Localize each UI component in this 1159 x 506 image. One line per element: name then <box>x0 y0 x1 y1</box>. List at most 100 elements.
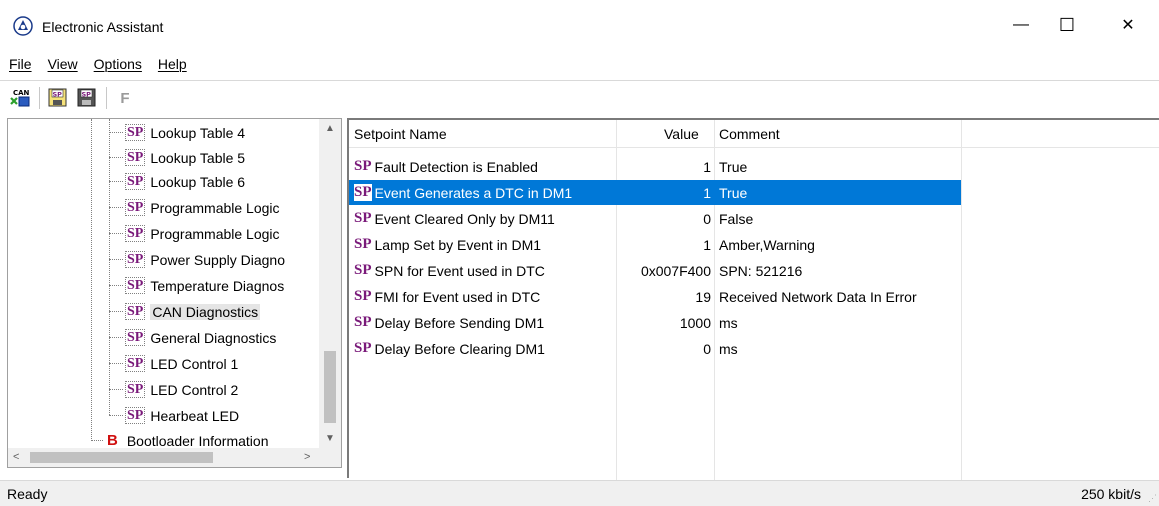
can-connect-button[interactable]: CAN <box>8 86 32 110</box>
table-row[interactable]: SP Event Generates a DTC in DM1 1 True <box>349 180 961 205</box>
sp-icon: SP <box>125 225 146 242</box>
tree-item-general-diagnostics[interactable]: SP General Diagnostics <box>109 326 276 349</box>
menu-divider <box>0 80 1159 81</box>
tree-vertical-scrollbar[interactable]: ▲ ▼ <box>319 119 341 449</box>
tree-view[interactable]: SP Lookup Table 4 SP Lookup Table 5 SP L… <box>7 118 342 468</box>
setpoint-value: 0x007F400 <box>640 262 711 279</box>
read-setpoints-button[interactable]: SP <box>46 86 70 110</box>
tree-item-can-diagnostics[interactable]: SP CAN Diagnostics <box>109 300 261 323</box>
table-row[interactable]: SP Delay Before Sending DM1 1000 ms <box>349 310 961 335</box>
bootloader-icon: B <box>107 432 118 449</box>
setpoint-comment: ms <box>719 340 738 357</box>
tree-branch <box>109 259 123 260</box>
setpoint-value: 1 <box>703 184 711 201</box>
tree-item-lookup-table-4[interactable]: SP Lookup Table 4 <box>109 121 245 144</box>
sp-icon: SP <box>125 407 146 424</box>
setpoint-name: Delay Before Clearing DM1 <box>374 340 545 357</box>
sp-icon: SP <box>125 277 146 294</box>
tree-item-label: Temperature Diagnos <box>150 277 285 294</box>
setpoint-name: Lamp Set by Event in DM1 <box>374 236 542 253</box>
setpoint-list[interactable]: Setpoint Name Value Comment SP Fault Dete… <box>347 118 1159 480</box>
table-row[interactable]: SP Event Cleared Only by DM11 0 False <box>349 206 961 231</box>
svg-text:SP: SP <box>53 91 63 99</box>
tree-item-label: Hearbeat LED <box>150 407 240 424</box>
tree-branch <box>109 207 123 208</box>
maximize-button[interactable]: ☐ <box>1044 0 1090 50</box>
tree-item-label: Programmable Logic <box>150 225 280 242</box>
setpoint-name: Delay Before Sending DM1 <box>374 314 545 331</box>
menu-view[interactable]: View <box>48 56 78 72</box>
scroll-up-icon[interactable]: ▲ <box>325 123 335 134</box>
tree-item-heartbeat-led[interactable]: SP Hearbeat LED <box>109 404 239 427</box>
tree-item-lookup-table-6[interactable]: SP Lookup Table 6 <box>109 170 245 193</box>
tree-item-label: Programmable Logic <box>150 199 280 216</box>
tree-item-label: Lookup Table 4 <box>150 124 246 141</box>
column-header-setpoint-name[interactable]: Setpoint Name <box>354 120 447 148</box>
setpoint-name: Event Cleared Only by DM11 <box>374 210 555 227</box>
status-text: Ready <box>7 486 48 502</box>
tree-item-label: CAN Diagnostics <box>150 303 261 320</box>
setpoint-value: 19 <box>695 288 711 305</box>
menu-help[interactable]: Help <box>158 56 187 72</box>
menu-file[interactable]: File <box>9 56 32 72</box>
tree-branch <box>109 233 123 234</box>
tree-horizontal-scrollbar[interactable]: < > <box>8 448 341 467</box>
column-header-value[interactable]: Value <box>664 120 699 148</box>
flash-icon: F <box>120 89 130 107</box>
tree-item-programmable-logic-1[interactable]: SP Programmable Logic <box>109 196 280 219</box>
menu-options[interactable]: Options <box>94 56 142 72</box>
sp-icon: SP <box>354 340 372 356</box>
maximize-icon: ☐ <box>1058 14 1076 35</box>
column-header-comment[interactable]: Comment <box>719 120 780 148</box>
tree-branch <box>109 415 123 416</box>
tree-item-label: LED Control 1 <box>150 355 239 372</box>
sp-icon: SP <box>125 251 146 268</box>
setpoint-comment: Received Network Data In Error <box>719 288 917 305</box>
setpoint-value: 0 <box>703 210 711 227</box>
tree-item-power-supply[interactable]: SP Power Supply Diagno <box>109 248 285 271</box>
sp-icon: SP <box>125 303 146 320</box>
tree-item-led-control-2[interactable]: SP LED Control 2 <box>109 378 238 401</box>
scroll-left-icon[interactable]: < <box>13 451 19 463</box>
tree-item-temperature[interactable]: SP Temperature Diagnos <box>109 274 284 297</box>
tree-branch <box>109 157 123 158</box>
tree-item-led-control-1[interactable]: SP LED Control 1 <box>109 352 238 375</box>
tree-item-label: Lookup Table 6 <box>150 173 246 190</box>
tree-item-lookup-table-5[interactable]: SP Lookup Table 5 <box>109 146 245 169</box>
write-setpoints-button[interactable]: SP <box>75 86 99 110</box>
menu-bar: File View Options Help <box>0 52 1159 76</box>
table-row[interactable]: SP Lamp Set by Event in DM1 1 Amber,Warni… <box>349 232 961 257</box>
scroll-right-icon[interactable]: > <box>304 451 310 463</box>
close-button[interactable]: ✕ <box>1105 0 1151 50</box>
resize-grip-icon[interactable]: ⋰ <box>1148 493 1157 504</box>
column-divider <box>961 120 962 480</box>
toolbar: CAN SP SP F <box>0 83 1159 113</box>
sp-icon: SP <box>354 236 372 252</box>
table-row[interactable]: SP SPN for Event used in DTC 0x007F400 SP… <box>349 258 961 283</box>
table-row[interactable]: SP FMI for Event used in DTC 19 Received … <box>349 284 961 309</box>
tree-branch <box>109 285 123 286</box>
sp-icon: SP <box>354 210 372 226</box>
tree-item-label: Power Supply Diagno <box>150 251 285 268</box>
setpoint-value: 0 <box>703 340 711 357</box>
tree-item-programmable-logic-2[interactable]: SP Programmable Logic <box>109 222 280 245</box>
table-row[interactable]: SP Delay Before Clearing DM1 0 ms <box>349 336 961 361</box>
sp-icon: SP <box>354 314 372 330</box>
scroll-thumb[interactable] <box>30 452 213 463</box>
scroll-down-icon[interactable]: ▼ <box>325 433 335 444</box>
flash-button[interactable]: F <box>113 86 137 110</box>
close-icon: ✕ <box>1121 17 1135 34</box>
sp-icon: SP <box>354 288 372 304</box>
app-logo-icon <box>13 16 33 36</box>
minimize-button[interactable]: — <box>998 0 1044 50</box>
scroll-thumb[interactable] <box>324 351 336 423</box>
svg-text:SP: SP <box>82 91 92 99</box>
setpoint-comment: ms <box>719 314 738 331</box>
setpoint-comment: Amber,Warning <box>719 236 815 253</box>
tree-branch <box>109 311 123 312</box>
setpoint-value: 1000 <box>679 314 711 331</box>
tree-branch <box>91 440 103 441</box>
table-row[interactable]: SP Fault Detection is Enabled 1 True <box>349 154 961 179</box>
tree-branch <box>109 363 123 364</box>
tree-item-label: LED Control 2 <box>150 381 239 398</box>
